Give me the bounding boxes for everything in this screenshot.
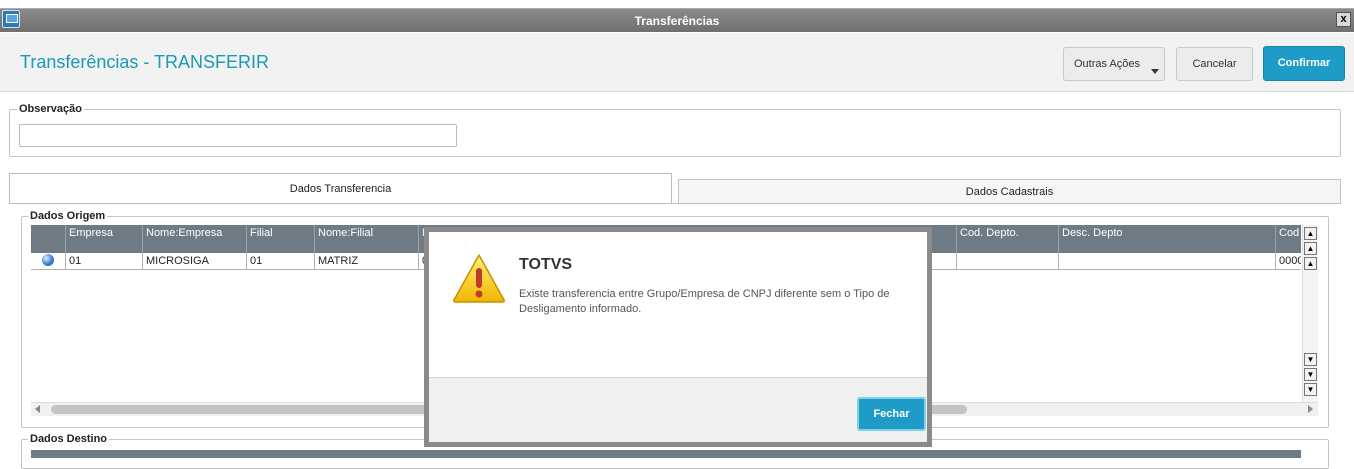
grid-vertical-scrollbar[interactable]: ▲ ▲ ▲ ▼ ▼ ▼ bbox=[1302, 225, 1318, 402]
confirm-button[interactable]: Confirmar bbox=[1263, 46, 1345, 81]
app-window-icon[interactable] bbox=[2, 10, 20, 28]
scroll-top-icon[interactable]: ▲ bbox=[1304, 227, 1317, 240]
table-cell: MICROSIGA bbox=[143, 253, 247, 270]
table-cell: 00000 bbox=[1279, 255, 1301, 267]
scroll-down-icon[interactable]: ▼ bbox=[1304, 353, 1317, 366]
column-header[interactable]: Cod. Depto. bbox=[957, 225, 1059, 253]
close-dialog-button[interactable]: Fechar bbox=[857, 397, 926, 431]
alert-dialog: TOTVS Existe transferencia entre Grupo/E… bbox=[424, 227, 932, 447]
dialog-message: Existe transferencia entre Grupo/Empresa… bbox=[519, 288, 890, 315]
tab-divider bbox=[9, 203, 1341, 204]
scroll-bottom-icon[interactable]: ▼ bbox=[1304, 383, 1317, 396]
dados-destino-label: Dados Destino bbox=[28, 433, 110, 445]
column-header[interactable]: Cod F bbox=[1276, 225, 1301, 253]
scroll-page-up-icon[interactable]: ▲ bbox=[1304, 242, 1317, 255]
scroll-left-icon[interactable] bbox=[35, 405, 40, 413]
table-cell: MATRIZ bbox=[315, 253, 419, 270]
page-title: Transferências - TRANSFERIR bbox=[20, 52, 270, 72]
window-close-button[interactable]: x bbox=[1336, 12, 1351, 27]
table-cell: 01 bbox=[247, 253, 315, 270]
column-header[interactable]: Filial bbox=[247, 225, 315, 253]
outras-acoes-button[interactable]: Outras Ações bbox=[1063, 47, 1165, 81]
window-title: Transferências bbox=[634, 14, 720, 28]
column-header[interactable]: Empresa bbox=[66, 225, 143, 253]
grid-header-status bbox=[31, 225, 66, 253]
status-sphere-icon bbox=[42, 254, 54, 266]
chevron-down-icon bbox=[1151, 69, 1159, 74]
observacao-input[interactable] bbox=[19, 124, 457, 147]
table-cell bbox=[957, 253, 1059, 270]
observacao-label: Observação bbox=[17, 103, 84, 115]
dados-origem-label: Dados Origem bbox=[28, 210, 108, 222]
column-header[interactable]: Nome:Empresa bbox=[143, 225, 247, 253]
warning-icon bbox=[453, 254, 505, 303]
tab-dados-cadastrais[interactable]: Dados Cadastrais bbox=[678, 179, 1341, 204]
dialog-footer bbox=[429, 377, 927, 442]
row-status-cell bbox=[31, 253, 66, 270]
destino-grid-header bbox=[31, 450, 1301, 458]
table-cell bbox=[1059, 253, 1276, 270]
table-cell: 01 bbox=[66, 253, 143, 270]
cancel-button[interactable]: Cancelar bbox=[1176, 47, 1253, 81]
dialog-title: TOTVS bbox=[519, 256, 573, 273]
tab-dados-transferencia[interactable]: Dados Transferencia bbox=[9, 173, 672, 204]
outras-acoes-label: Outras Ações bbox=[1073, 58, 1141, 70]
dialog-body: TOTVS Existe transferencia entre Grupo/E… bbox=[429, 232, 927, 377]
scroll-page-down-icon[interactable]: ▼ bbox=[1304, 368, 1317, 381]
window-titlebar: Transferências bbox=[0, 8, 1354, 32]
column-header[interactable]: Nome:Filial bbox=[315, 225, 419, 253]
scroll-right-icon[interactable] bbox=[1308, 405, 1313, 413]
column-header[interactable]: Desc. Depto bbox=[1059, 225, 1276, 253]
scroll-up-icon[interactable]: ▲ bbox=[1304, 257, 1317, 270]
